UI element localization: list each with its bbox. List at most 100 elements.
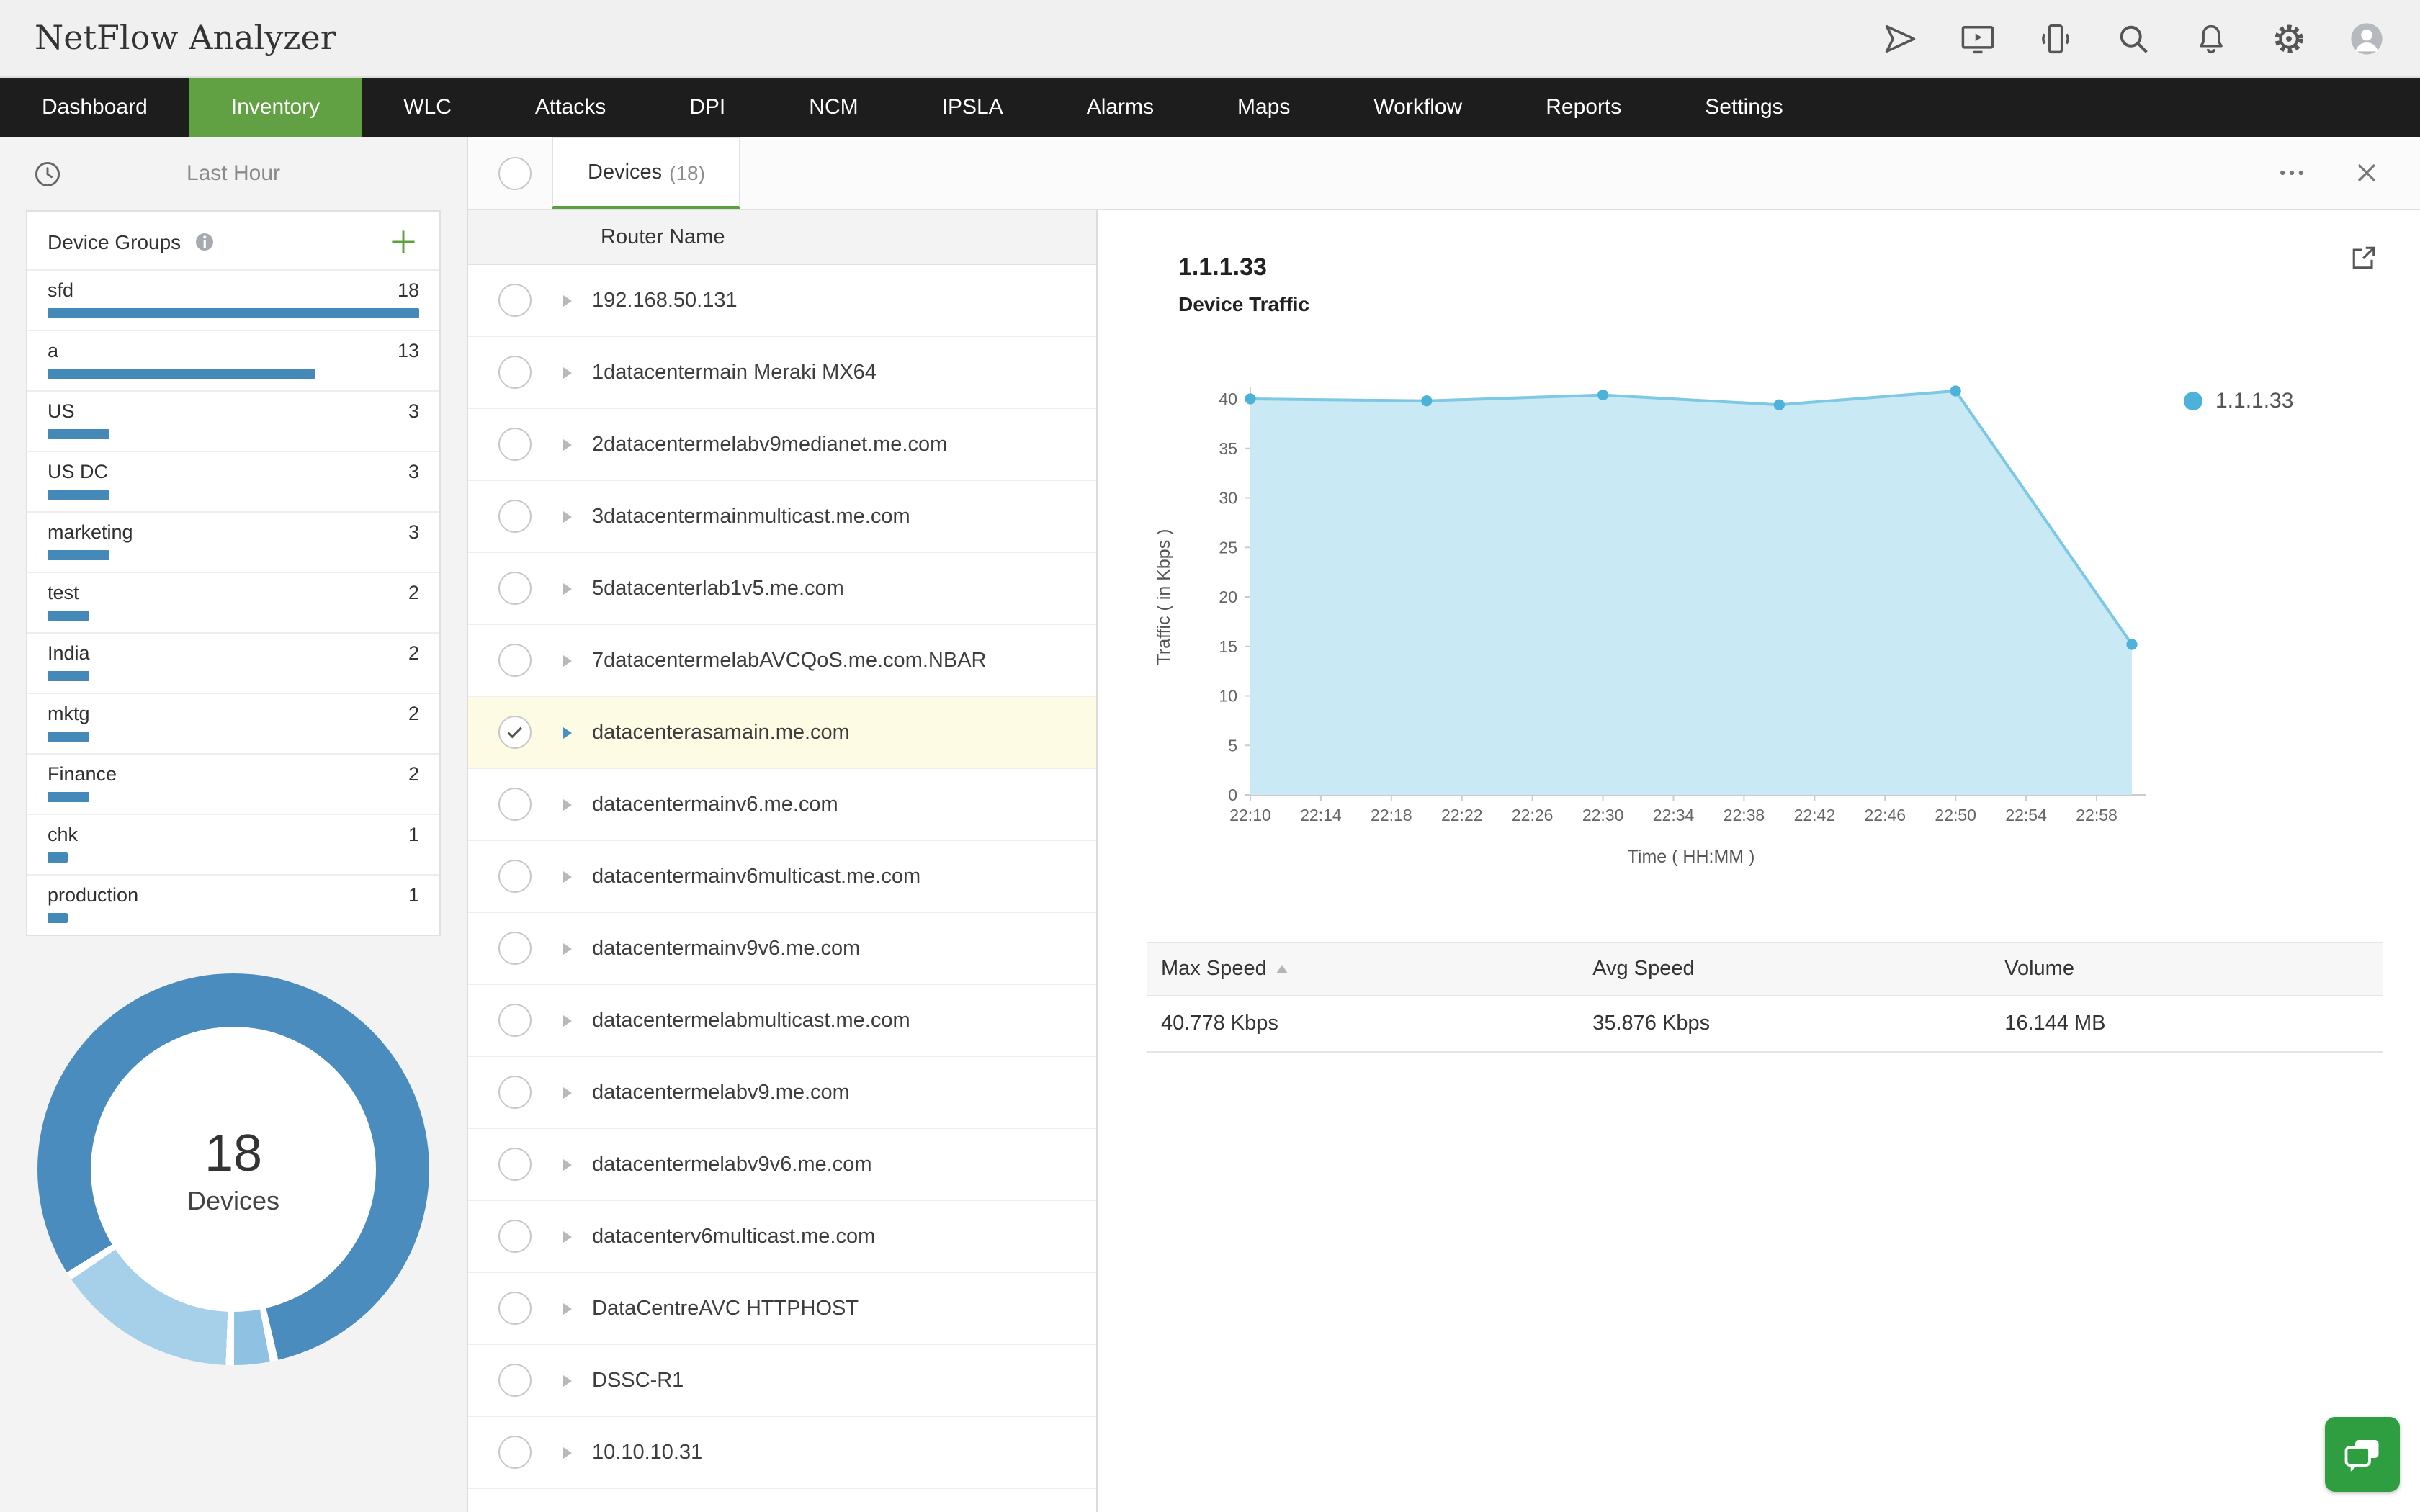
expand-arrow-icon[interactable] xyxy=(563,798,572,810)
nav-item-alarms[interactable]: Alarms xyxy=(1045,78,1196,137)
group-row-mktg[interactable]: mktg 2 xyxy=(27,693,439,753)
row-checkbox[interactable] xyxy=(498,572,532,605)
device-row[interactable]: datacentermelabv9v6.me.com xyxy=(468,1129,1096,1201)
router-name[interactable]: datacentermainv6.me.com xyxy=(592,793,838,816)
expand-arrow-icon[interactable] xyxy=(563,510,572,522)
time-filter[interactable]: Last Hour xyxy=(0,137,467,210)
device-row[interactable]: 2datacentermelabv9medianet.me.com xyxy=(468,409,1096,481)
router-name[interactable]: 5datacenterlab1v5.me.com xyxy=(592,577,844,600)
expand-arrow-icon[interactable] xyxy=(563,1230,572,1242)
nav-item-wlc[interactable]: WLC xyxy=(362,78,493,137)
row-checkbox[interactable] xyxy=(498,1436,532,1469)
row-checkbox[interactable] xyxy=(498,1220,532,1253)
router-name[interactable]: datacentermainv6multicast.me.com xyxy=(592,865,920,888)
nav-item-reports[interactable]: Reports xyxy=(1504,78,1663,137)
router-name[interactable]: 2datacentermelabv9medianet.me.com xyxy=(592,433,947,456)
nav-item-ncm[interactable]: NCM xyxy=(767,78,900,137)
video-tour-icon[interactable] xyxy=(1959,19,1996,57)
more-options-icon[interactable] xyxy=(2276,157,2308,189)
device-row[interactable]: datacentermelabmulticast.me.com xyxy=(468,985,1096,1057)
row-checkbox[interactable] xyxy=(498,1364,532,1397)
device-row[interactable]: DSSC-R1 xyxy=(468,1345,1096,1417)
row-checkbox[interactable] xyxy=(498,356,532,389)
stats-header-max-speed[interactable]: Max Speed xyxy=(1147,943,1578,995)
group-row-marketing[interactable]: marketing 3 xyxy=(27,511,439,572)
feedback-chat-button[interactable] xyxy=(2325,1417,2400,1492)
nav-item-maps[interactable]: Maps xyxy=(1196,78,1332,137)
router-name[interactable]: datacentermelabv9v6.me.com xyxy=(592,1153,872,1176)
router-name[interactable]: datacentermelabmulticast.me.com xyxy=(592,1009,910,1032)
user-avatar[interactable] xyxy=(2348,19,2385,57)
clock-icon[interactable] xyxy=(32,158,63,189)
device-row[interactable]: datacentermainv9v6.me.com xyxy=(468,913,1096,985)
router-name[interactable]: 10.10.10.31 xyxy=(592,1441,702,1464)
expand-arrow-icon[interactable] xyxy=(563,654,572,666)
row-checkbox[interactable] xyxy=(498,284,532,317)
expand-arrow-icon[interactable] xyxy=(563,870,572,882)
row-checkbox[interactable] xyxy=(498,428,532,461)
router-name[interactable]: datacenterv6multicast.me.com xyxy=(592,1225,875,1248)
device-row[interactable]: 5datacenterlab1v5.me.com xyxy=(468,553,1096,625)
expand-arrow-icon[interactable] xyxy=(563,1302,572,1314)
open-in-new-window-icon[interactable] xyxy=(2348,242,2380,274)
rocket-icon[interactable] xyxy=(1881,19,1919,57)
nav-item-ipsla[interactable]: IPSLA xyxy=(900,78,1045,137)
group-row-test[interactable]: test 2 xyxy=(27,572,439,632)
nav-item-attacks[interactable]: Attacks xyxy=(493,78,647,137)
expand-arrow-icon[interactable] xyxy=(563,1014,572,1026)
row-checkbox[interactable] xyxy=(498,1076,532,1109)
device-row[interactable]: 7datacentermelabAVCQoS.me.com.NBAR xyxy=(468,625,1096,697)
expand-arrow-icon[interactable] xyxy=(563,1158,572,1170)
device-row[interactable]: DataCentreAVC HTTPHOST xyxy=(468,1273,1096,1345)
device-row[interactable]: 10.10.10.31 xyxy=(468,1417,1096,1489)
expand-arrow-icon[interactable] xyxy=(563,366,572,378)
nav-item-dpi[interactable]: DPI xyxy=(647,78,767,137)
select-all-checkbox[interactable] xyxy=(498,156,532,189)
search-icon[interactable] xyxy=(2115,19,2152,57)
device-row[interactable]: datacenterv6multicast.me.com xyxy=(468,1201,1096,1273)
group-row-us[interactable]: US 3 xyxy=(27,390,439,451)
row-checkbox[interactable] xyxy=(498,788,532,821)
row-checkbox-checked[interactable] xyxy=(498,716,532,749)
router-name[interactable]: 3datacentermainmulticast.me.com xyxy=(592,505,910,528)
expand-arrow-icon[interactable] xyxy=(563,1374,572,1386)
device-row[interactable]: 1datacentermain Meraki MX64 xyxy=(468,337,1096,409)
router-name[interactable]: 7datacentermelabAVCQoS.me.com.NBAR xyxy=(592,649,987,672)
stats-header-avg-speed[interactable]: Avg Speed xyxy=(1578,943,1990,995)
close-icon[interactable] xyxy=(2351,157,2383,189)
devices-donut-chart[interactable]: 18 Devices xyxy=(37,973,429,1365)
expand-arrow-icon[interactable] xyxy=(563,1086,572,1098)
router-name[interactable]: 1datacentermain Meraki MX64 xyxy=(592,361,877,384)
expand-arrow-icon[interactable] xyxy=(563,1446,572,1458)
gear-icon[interactable] xyxy=(2270,19,2308,57)
group-row-sfd[interactable]: sfd 18 xyxy=(27,269,439,330)
router-name[interactable]: datacenterasamain.me.com xyxy=(592,721,850,744)
expand-arrow-icon[interactable] xyxy=(563,726,572,738)
row-checkbox[interactable] xyxy=(498,500,532,533)
group-row-india[interactable]: India 2 xyxy=(27,632,439,693)
group-row-production[interactable]: production 1 xyxy=(27,874,439,935)
expand-arrow-icon[interactable] xyxy=(563,438,572,450)
device-row[interactable]: datacentermelabv9.me.com xyxy=(468,1057,1096,1129)
row-checkbox[interactable] xyxy=(498,860,532,893)
row-checkbox[interactable] xyxy=(498,1004,532,1037)
group-row-a[interactable]: a 13 xyxy=(27,330,439,390)
row-checkbox[interactable] xyxy=(498,932,532,965)
expand-arrow-icon[interactable] xyxy=(563,942,572,954)
device-row[interactable]: 3datacentermainmulticast.me.com xyxy=(468,481,1096,553)
device-row[interactable]: datacentermainv6multicast.me.com xyxy=(468,841,1096,913)
bell-icon[interactable] xyxy=(2192,19,2230,57)
chart-legend[interactable]: 1.1.1.33 xyxy=(2184,389,2293,876)
group-row-us-dc[interactable]: US DC 3 xyxy=(27,451,439,511)
row-checkbox[interactable] xyxy=(498,1148,532,1181)
router-name[interactable]: DataCentreAVC HTTPHOST xyxy=(592,1297,859,1320)
row-checkbox[interactable] xyxy=(498,1292,532,1325)
add-device-group-button[interactable] xyxy=(387,226,419,258)
group-row-chk[interactable]: chk 1 xyxy=(27,814,439,874)
row-checkbox[interactable] xyxy=(498,644,532,677)
router-name[interactable]: datacentermainv9v6.me.com xyxy=(592,937,860,960)
nav-item-inventory[interactable]: Inventory xyxy=(189,78,362,137)
info-icon[interactable] xyxy=(192,230,215,253)
expand-arrow-icon[interactable] xyxy=(563,582,572,594)
tab-devices[interactable]: Devices (18) xyxy=(552,137,741,209)
